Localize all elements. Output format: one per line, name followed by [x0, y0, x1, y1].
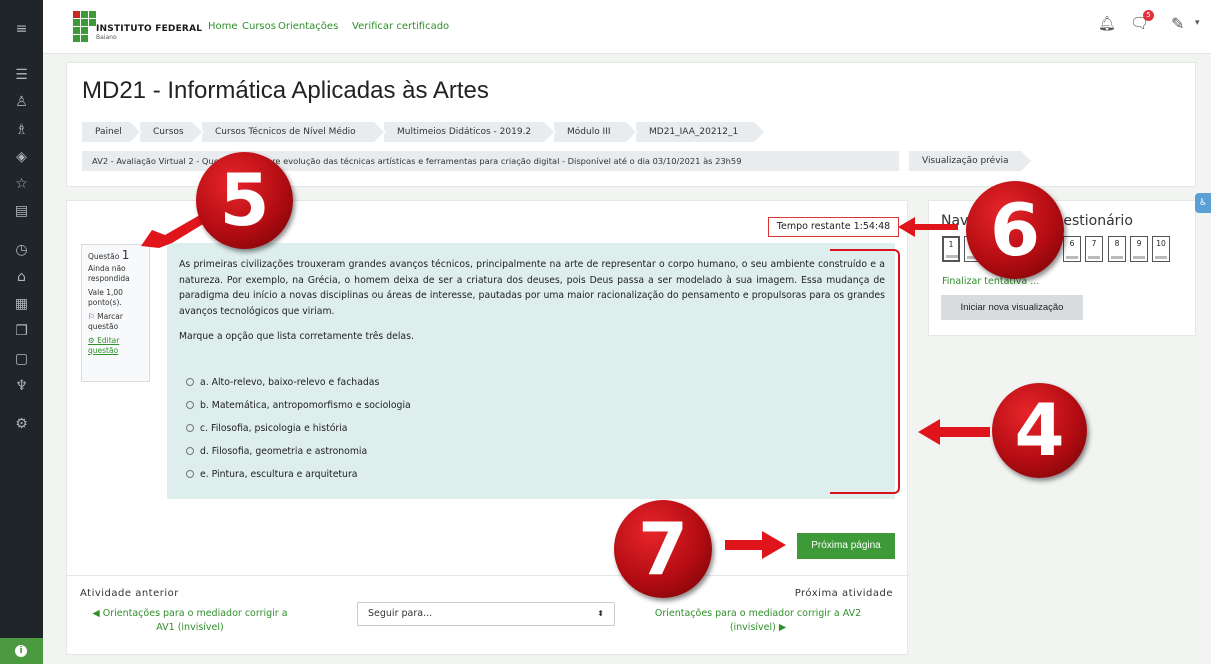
graduation-icon[interactable]: ♆	[0, 378, 43, 394]
callout-4: 4	[992, 383, 1087, 478]
menu-icon[interactable]: ≡	[0, 21, 43, 37]
flag-icon: ⚐	[88, 312, 98, 321]
answer-option-b[interactable]: b. Matemática, antropomorfismo e sociolo…	[186, 400, 411, 411]
book-icon[interactable]: ▤	[0, 203, 43, 219]
timer: Tempo restante 1:54:48	[768, 217, 899, 237]
top-navbar: INSTITUTO FEDERAL Baiano Home Cursos Ori…	[43, 0, 1211, 54]
radio-button[interactable]	[186, 446, 194, 455]
question-nav-button[interactable]: 8	[1108, 236, 1126, 262]
accessibility-icon[interactable]: ♿︎	[1195, 193, 1211, 213]
answer-option-d[interactable]: d. Filosofia, geometria e astronomia	[186, 446, 367, 457]
gear-icon: ⚙	[88, 336, 98, 345]
files-icon[interactable]: ❐	[0, 323, 43, 339]
calendar-icon[interactable]: ▦	[0, 296, 43, 312]
radio-button[interactable]	[186, 423, 194, 432]
question-text: As primeiras civilizações trouxeram gran…	[179, 259, 885, 317]
breadcrumb-item[interactable]: MD21_IAA_20212_1	[636, 122, 766, 142]
nav-home[interactable]: Home	[208, 21, 238, 32]
breadcrumb-item[interactable]: Módulo III	[554, 122, 638, 142]
next-activity-link[interactable]: Orientações para o mediador corrigir a A…	[635, 607, 881, 635]
highlight-bracket	[830, 249, 900, 494]
notification-bell-icon[interactable]: 🔔︎	[1098, 16, 1116, 32]
radio-button[interactable]	[186, 469, 194, 478]
dashboard-icon[interactable]: ◷	[0, 242, 43, 258]
page-title: MD21 - Informática Aplicadas às Artes	[82, 77, 489, 104]
clipboard-icon[interactable]: ▢	[0, 351, 43, 367]
breadcrumb-item[interactable]: Cursos Técnicos de Nível Médio	[202, 122, 386, 142]
layers-icon[interactable]: ◈	[0, 149, 43, 165]
quiz-card: Tempo restante 1:54:48 Questão 1 Ainda n…	[66, 200, 909, 655]
breadcrumb-item[interactable]: AV2 - Avaliação Virtual 2 - Questionário…	[82, 151, 899, 171]
home-icon[interactable]: ⌂	[0, 269, 43, 285]
question-nav-button[interactable]: 10	[1152, 236, 1170, 262]
question-prompt: Marque a opção que lista corretamente tr…	[179, 331, 414, 342]
divider	[67, 575, 909, 576]
answer-option-a[interactable]: a. Alto-relevo, baixo-relevo e fachadas	[186, 377, 379, 388]
radio-button[interactable]	[186, 377, 194, 386]
logo-text: INSTITUTO FEDERAL	[96, 24, 203, 34]
callout-5: 5	[196, 152, 293, 249]
logo-subtitle: Baiano	[96, 34, 117, 41]
list-icon[interactable]: ☰	[0, 67, 43, 83]
chevron-down-icon[interactable]: ▾	[1195, 18, 1200, 28]
breadcrumb-item[interactable]: Cursos	[140, 122, 204, 142]
question-nav-button[interactable]: 6	[1063, 236, 1081, 262]
breadcrumb-item[interactable]: Visualização prévia	[909, 151, 1033, 171]
user-icon[interactable]: ♙	[0, 94, 43, 110]
answer-option-c[interactable]: c. Filosofia, psicologia e história	[186, 423, 348, 434]
question-value: Vale 1,00 ponto(s).	[88, 288, 123, 307]
flag-question[interactable]: ⚐ Marcar questão	[88, 312, 143, 332]
chevron-updown-icon: ⬍	[597, 609, 604, 618]
previous-activity-link[interactable]: ◀ Orientações para o mediador corrigir a…	[85, 607, 295, 635]
nav-cursos[interactable]: Cursos	[242, 21, 276, 32]
question-box: As primeiras civilizações trouxeram gran…	[167, 243, 895, 499]
message-count-badge: 5	[1143, 10, 1154, 21]
question-nav-button[interactable]: 7	[1085, 236, 1103, 262]
radio-button[interactable]	[186, 400, 194, 409]
previous-activity-label: Atividade anterior	[80, 588, 179, 599]
callout-7: 7	[614, 500, 712, 598]
jump-to-select[interactable]: Seguir para... ⬍	[357, 602, 615, 626]
new-preview-button[interactable]: Iniciar nova visualização	[941, 295, 1083, 320]
next-activity-label: Próxima atividade	[794, 588, 893, 599]
help-button[interactable]: i	[0, 638, 43, 664]
breadcrumb-item[interactable]: Multimeios Didáticos - 2019.2	[384, 122, 556, 142]
question-status: Ainda não respondida	[88, 264, 130, 283]
question-info: Questão 1 Ainda não respondida Vale 1,00…	[81, 244, 150, 382]
question-number: Questão 1	[88, 248, 130, 262]
users-icon[interactable]: ♗	[0, 122, 43, 138]
star-icon[interactable]: ☆	[0, 176, 43, 192]
nav-orientacoes[interactable]: Orientações	[278, 21, 338, 32]
left-sidebar: ≡ ☰ ♙ ♗ ◈ ☆ ▤ ◷ ⌂ ▦ ❐ ▢ ♆ ⚙ i	[0, 0, 43, 664]
edit-question-link[interactable]: ⚙ Editar questão	[88, 336, 143, 356]
question-nav-button[interactable]: 9	[1130, 236, 1148, 262]
question-nav-button[interactable]: 1	[942, 236, 960, 262]
breadcrumb-item[interactable]: Painel	[82, 122, 142, 142]
arrow-to-question-box	[918, 419, 990, 445]
callout-6: 6	[966, 181, 1064, 279]
nav-verificar-certificado[interactable]: Verificar certificado	[352, 21, 449, 32]
settings-icon[interactable]: ⚙	[0, 416, 43, 432]
help-icon: i	[15, 645, 27, 657]
answer-option-e[interactable]: e. Pintura, escultura e arquitetura	[186, 469, 357, 480]
user-avatar[interactable]: ✎	[1171, 14, 1184, 33]
next-page-button[interactable]: Próxima página	[797, 533, 895, 559]
